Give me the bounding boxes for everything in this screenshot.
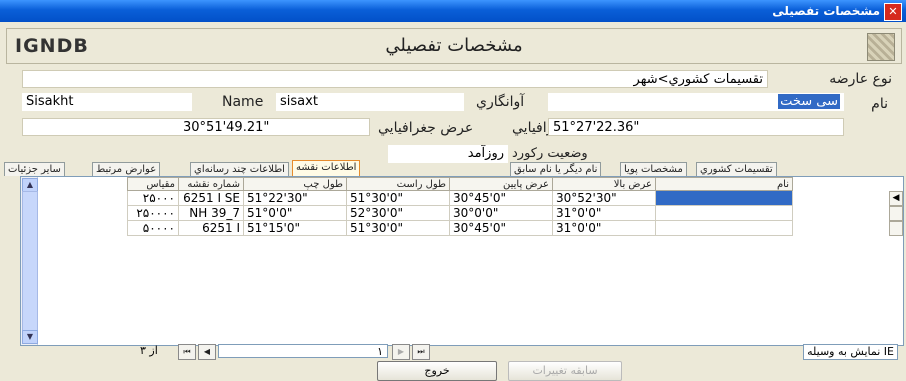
phonetic-value: sisaxt: [280, 94, 318, 109]
lat-label: عرض جغرافيايي: [378, 120, 474, 136]
table-cell: 51°30'0": [346, 220, 450, 236]
current-record-field[interactable]: ۱: [218, 344, 388, 358]
lon-field[interactable]: 51°27'22.36": [548, 118, 844, 136]
show-in-ie-link[interactable]: نمايش به وسيله IE: [803, 344, 898, 360]
row-header[interactable]: [889, 221, 903, 236]
scrollbar-thumb[interactable]: [22, 191, 38, 331]
page-title: مشخصات تفصيلي: [385, 35, 523, 56]
tab-related-features[interactable]: عوارض مرتبط: [92, 162, 161, 176]
tab-dynamic[interactable]: مشخصات پويا: [620, 162, 687, 176]
table-cell: 6251 I: [178, 220, 244, 236]
prev-record-icon[interactable]: ◀: [198, 344, 216, 360]
table-cell: 30°45'0": [449, 190, 553, 206]
table-cell: 51°22'30": [243, 190, 347, 206]
name-label: نام: [871, 96, 888, 112]
lat-field[interactable]: 30°51'49.21": [22, 118, 370, 136]
table-cell: [655, 220, 793, 236]
table-row[interactable]: ۵۰۰۰۰ 6251 I 51°15'0" 51°30'0" 30°45'0" …: [127, 220, 793, 236]
next-record-icon[interactable]: ▶: [392, 344, 410, 360]
lat-value: 30°51'49.21": [183, 120, 270, 135]
name-field[interactable]: سی سخت: [548, 93, 844, 111]
name-en-label: Name: [222, 94, 264, 110]
lon-value: 51°27'22.36": [553, 120, 640, 135]
table-cell: ۲۵۰۰۰: [127, 190, 179, 206]
current-row-icon: ◀: [889, 191, 903, 206]
table-cell: ۵۰۰۰۰: [127, 220, 179, 236]
pager-total: از ۳: [140, 344, 158, 357]
table-cell: 30°52'30": [552, 190, 656, 206]
tab-multimedia[interactable]: اطلاعات چند رسانه‌اي: [190, 162, 289, 176]
table-cell: 52°30'0": [346, 205, 450, 221]
map-info-table: مقياس شماره نقشه طول چپ طول راست عرض پاي…: [127, 177, 793, 236]
table-cell: [655, 190, 793, 206]
feature-type-value: تقسيمات كشوري>شهر: [633, 72, 763, 87]
tab-other-names[interactable]: نام ديگر يا نام سابق: [510, 162, 602, 176]
table-cell: 31°0'0": [552, 205, 656, 221]
table-cell: 51°0'0": [243, 205, 347, 221]
table-cell: 30°45'0": [449, 220, 553, 236]
status-value: روزآمد: [467, 146, 504, 161]
table-cell: 30°0'0": [449, 205, 553, 221]
table-cell: NH 39_7: [178, 205, 244, 221]
page-header: IGNDB مشخصات تفصيلي: [6, 28, 902, 64]
history-button[interactable]: سابقه تغييرات: [508, 361, 622, 381]
column-header[interactable]: نام: [655, 177, 793, 191]
column-header[interactable]: شماره نقشه: [178, 177, 244, 191]
column-header[interactable]: مقياس: [127, 177, 179, 191]
last-record-icon[interactable]: ⏭: [412, 344, 430, 360]
table-cell: [655, 205, 793, 221]
table-cell: 51°15'0": [243, 220, 347, 236]
name-en-field[interactable]: Sisakht: [22, 93, 192, 111]
scroll-up-icon[interactable]: ▲: [22, 178, 38, 192]
first-record-icon[interactable]: ⏮: [178, 344, 196, 360]
table-row[interactable]: ۲۵۰۰۰ 6251 I SE 51°22'30" 51°30'0" 30°45…: [127, 190, 793, 206]
table-cell: 6251 I SE: [178, 190, 244, 206]
name-value: سی سخت: [778, 94, 840, 109]
close-icon[interactable]: ✕: [884, 3, 902, 21]
table-cell: 51°30'0": [346, 190, 450, 206]
scroll-down-icon[interactable]: ▼: [22, 330, 38, 344]
status-label: وضعيت ركورد: [512, 146, 588, 161]
status-field[interactable]: روزآمد: [388, 145, 508, 163]
column-header[interactable]: عرض پايين: [449, 177, 553, 191]
feature-type-label: نوع عارضه: [829, 71, 892, 87]
exit-button[interactable]: خروج: [377, 361, 497, 381]
name-en-value: Sisakht: [26, 94, 74, 109]
phonetic-label: آوانگاري: [476, 94, 525, 110]
map-logo-icon: [867, 33, 895, 61]
window-title: مشخصات تفصيلى: [772, 4, 880, 18]
table-cell: 31°0'0": [552, 220, 656, 236]
row-header[interactable]: [889, 206, 903, 221]
feature-type-field[interactable]: تقسيمات كشوري>شهر: [22, 70, 768, 88]
map-info-grid: ▲ ▼ مقياس شماره نقشه طول چپ طول راست عرض…: [20, 176, 904, 346]
column-header[interactable]: طول راست: [346, 177, 450, 191]
table-row[interactable]: ۲۵۰۰۰۰ NH 39_7 51°0'0" 52°30'0" 30°0'0" …: [127, 205, 793, 221]
tab-other-details[interactable]: ساير جزئيات: [4, 162, 65, 176]
vertical-scrollbar[interactable]: ▲ ▼: [21, 177, 38, 345]
tab-divisions[interactable]: تقسيمات كشوري: [696, 162, 777, 176]
window-titlebar: مشخصات تفصيلى ✕: [0, 0, 906, 22]
column-header[interactable]: عرض بالا: [552, 177, 656, 191]
column-header[interactable]: طول چپ: [243, 177, 347, 191]
table-cell: ۲۵۰۰۰۰: [127, 205, 179, 221]
phonetic-field[interactable]: sisaxt: [276, 93, 464, 111]
tab-map-info[interactable]: اطلاعات نقشه: [292, 160, 361, 176]
